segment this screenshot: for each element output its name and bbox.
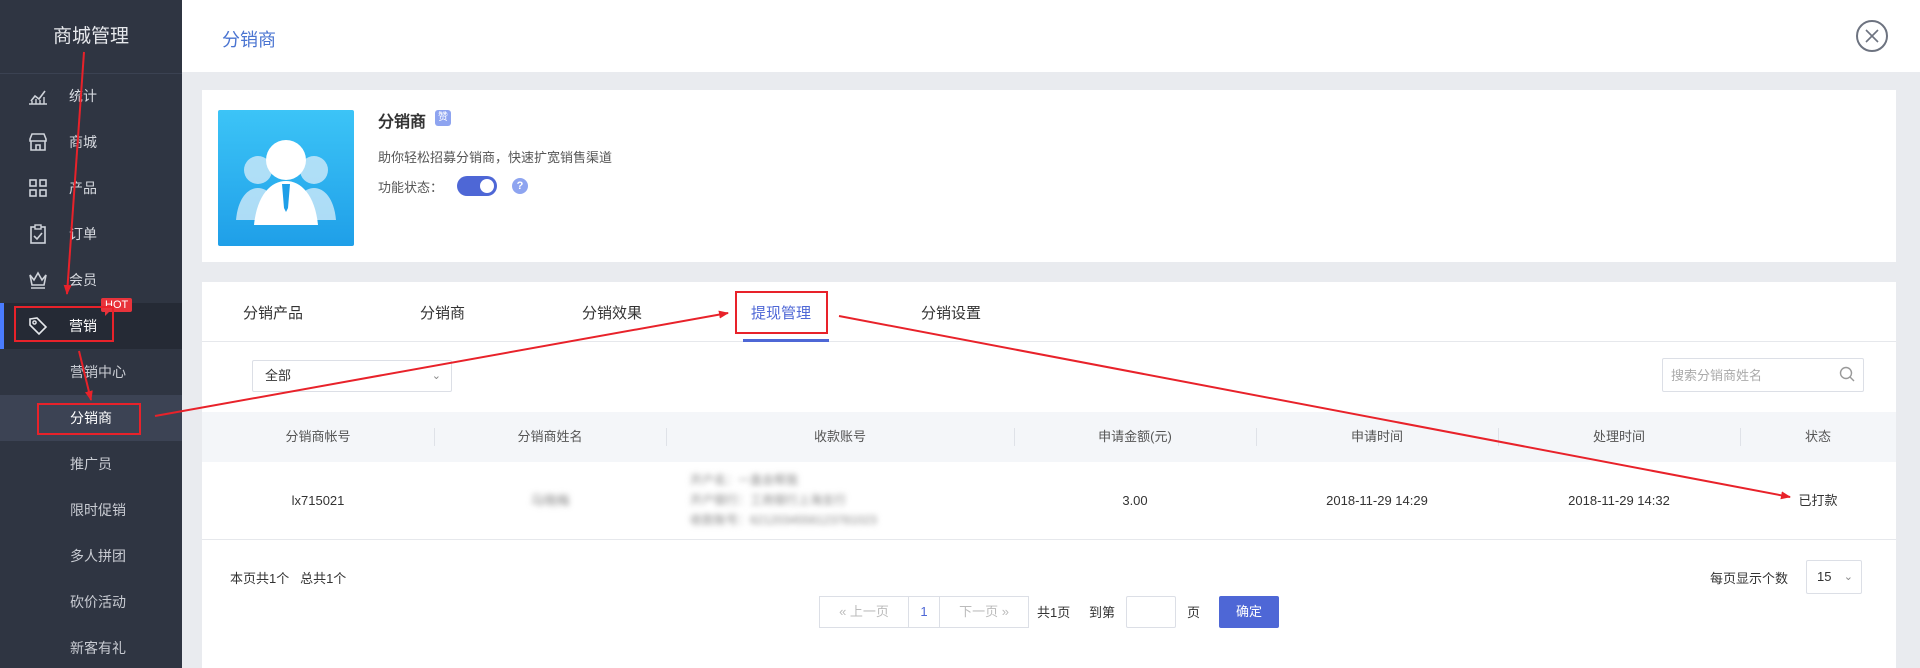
tag-icon [27,315,49,337]
status-filter-select[interactable]: 全部 ⌄ [252,360,452,392]
confirm-button[interactable]: 确定 [1219,596,1279,628]
crown-icon [27,269,49,291]
payee-line: 开户银行：工商银行上海支行 [690,493,847,507]
cell-payee: 开户名：一直会帮我 开户银行：工商银行上海支行 收款账号：62120345561… [690,470,990,530]
sidebar-subitem-new-customer[interactable]: 新客有礼 [0,625,182,668]
status-filter-value: 全部 [265,368,292,383]
column-header: 分销商帐号 [285,429,351,444]
sidebar-item-label: 产品 [69,180,97,196]
sidebar-item-label: 营销 [69,318,97,334]
sidebar-item-store[interactable]: 商城 [0,119,182,165]
grid-icon [27,177,49,199]
table-row: lx715021 马晓梅 开户名：一直会帮我 开户银行：工商银行上海支行 收款账… [202,462,1896,540]
sidebar-subitem-distributor[interactable]: 分销商 [0,395,182,441]
sidebar-subitem-marketing-center[interactable]: 营销中心 [0,349,182,395]
per-page-select[interactable]: 15 ⌄ [1806,560,1862,594]
cell-status: 已打款 [1798,493,1838,508]
total-pages-label: 共1页 [1037,605,1071,620]
chevron-down-icon: ⌄ [1843,571,1853,583]
close-button[interactable] [1856,20,1888,52]
active-tab-indicator [743,339,829,342]
column-header: 申请金额(元) [1098,429,1172,444]
sidebar-subitem-label: 砍价活动 [70,594,126,610]
tab-distribution-products[interactable]: 分销产品 [243,302,303,323]
sidebar-item-products[interactable]: 产品 [0,165,182,211]
search-box [1662,358,1864,392]
sidebar-subitem-bargain[interactable]: 砍价活动 [0,579,182,625]
per-page-label: 每页显示个数 [1710,571,1789,586]
column-header: 分销商姓名 [517,429,583,444]
tab-distribution-settings[interactable]: 分销设置 [921,302,981,323]
goto-label: 到第 [1089,605,1116,620]
page-number-button[interactable]: 1 [908,596,940,628]
sidebar: 商城管理 统计 商城 产品 订单 会员 营销 HOT 营销中心 分销商 推广员 … [0,0,182,668]
sidebar-subitem-promoter[interactable]: 推广员 [0,441,182,487]
chart-icon [27,85,49,107]
next-page-label: 下一页 [959,604,999,619]
sidebar-subitem-flash-sale[interactable]: 限时促销 [0,487,182,533]
prev-page-label: 上一页 [849,604,889,619]
page-unit-label: 页 [1187,605,1201,620]
tab-distributors[interactable]: 分销商 [420,302,465,323]
sidebar-item-label: 统计 [69,88,97,104]
sidebar-item-marketing[interactable]: 营销 [0,303,182,349]
column-header: 处理时间 [1592,429,1645,444]
tab-withdrawal-management[interactable]: 提现管理 [751,302,811,323]
sidebar-item-label: 会员 [69,272,97,288]
page-header: 分销商 [182,0,1920,72]
column-header: 申请时间 [1350,429,1403,444]
store-icon [27,131,49,153]
sidebar-item-label: 商城 [69,134,97,150]
chevron-down-icon: ⌄ [431,370,441,382]
distributor-logo-icon [218,110,354,246]
double-chevron-left-icon: « [839,604,847,619]
cell-process-time: 2018-11-29 14:32 [1568,493,1670,508]
sidebar-item-label: 订单 [69,226,97,242]
sidebar-subitem-label: 营销中心 [70,364,126,380]
goto-page-input[interactable] [1126,596,1176,628]
sidebar-subitem-group-buy[interactable]: 多人拼团 [0,533,182,579]
search-icon[interactable] [1839,366,1855,382]
sidebar-subitem-label: 限时促销 [70,502,126,518]
main-panel: 分销产品 分销商 分销效果 提现管理 分销设置 全部 ⌄ 分销商帐号 分销商姓名… [202,282,1896,668]
next-page-button[interactable]: 下一页 » [939,596,1029,628]
sidebar-subitem-label: 新客有礼 [70,640,126,656]
column-header: 状态 [1804,429,1831,444]
sidebar-item-members[interactable]: 会员 [0,257,182,303]
sidebar-subitem-label: 推广员 [70,456,112,472]
table-header: 分销商帐号 分销商姓名 收款账号 申请金额(元) 申请时间 处理时间 状态 [202,412,1896,462]
feature-status-toggle[interactable] [457,176,497,196]
prev-page-button[interactable]: « 上一页 [819,596,909,628]
page-count-info: 本页共1个 总共1个 [230,571,347,586]
sidebar-subitem-label: 分销商 [70,410,112,426]
search-input[interactable] [1663,359,1823,391]
per-page-value: 15 [1817,569,1832,584]
page-title: 分销商 [222,30,276,50]
tab-distribution-effect[interactable]: 分销效果 [582,302,642,323]
double-chevron-right-icon: » [1001,604,1009,619]
sidebar-item-orders[interactable]: 订单 [0,211,182,257]
feature-status-label: 功能状态： [378,180,444,195]
cell-account: lx715021 [291,493,345,508]
feature-info-card: 分销商 赞 助你轻松招募分销商，快速扩宽销售渠道 功能状态： ? [202,90,1896,262]
tab-bar: 分销产品 分销商 分销效果 提现管理 分销设置 [202,282,1896,342]
sidebar-title: 商城管理 [0,0,182,74]
help-icon[interactable]: ? [512,178,528,194]
sidebar-subitem-label: 多人拼团 [70,548,126,564]
hot-badge: HOT [101,298,133,316]
column-header: 收款账号 [813,429,866,444]
certified-badge-icon: 赞 [435,110,451,126]
cell-amount: 3.00 [1122,493,1148,508]
feature-name: 分销商 [378,114,427,131]
close-icon [1865,29,1879,43]
clipboard-icon [27,223,49,245]
feature-description: 助你轻松招募分销商，快速扩宽销售渠道 [378,150,613,165]
payee-line: 开户名：一直会帮我 [690,473,799,487]
sidebar-item-stats[interactable]: 统计 [0,73,182,119]
cell-name: 马晓梅 [530,493,570,508]
cell-apply-time: 2018-11-29 14:29 [1326,493,1428,508]
payee-line: 收款账号：6212034556123781023 [690,513,877,527]
